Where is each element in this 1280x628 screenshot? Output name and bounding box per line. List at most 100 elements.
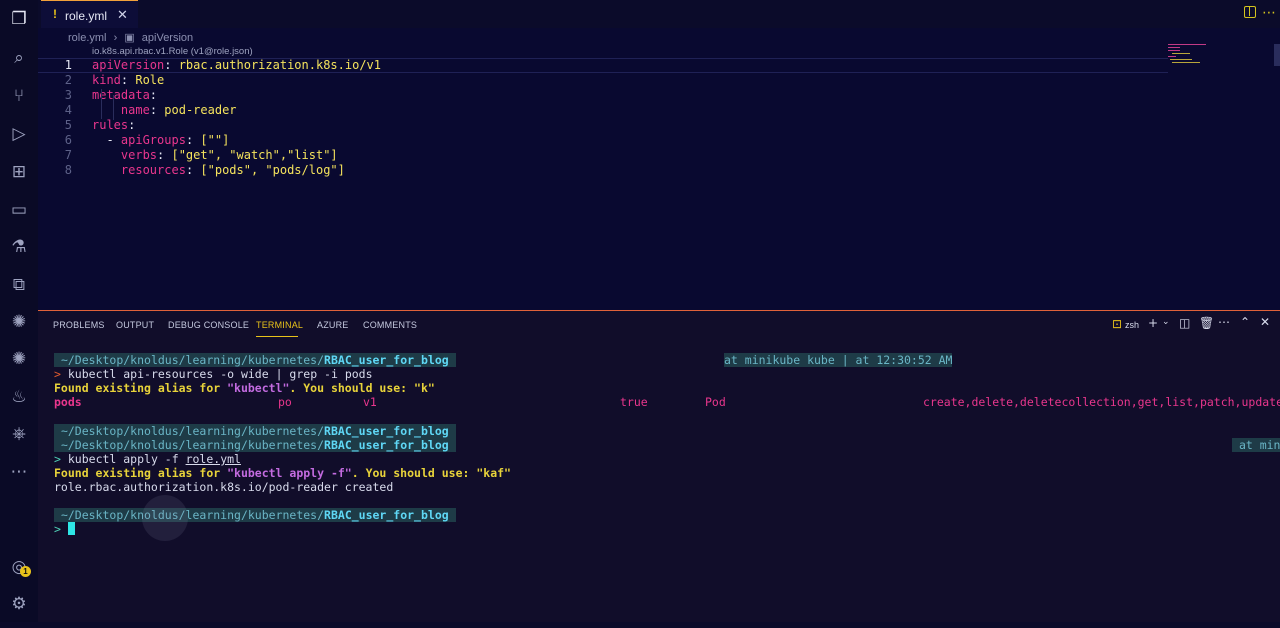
- yaml-key: kind: [92, 73, 121, 87]
- indent-guide: [101, 89, 102, 119]
- breadcrumb-file[interactable]: role.yml: [68, 32, 107, 44]
- prompt-context: at mini: [1232, 438, 1280, 452]
- indent-guide: [113, 95, 114, 120]
- tab-problems[interactable]: PROBLEMS: [53, 320, 105, 330]
- yaml-key: apiVersion: [92, 58, 165, 72]
- explorer-icon[interactable]: ❐: [8, 8, 30, 30]
- prompt-path: ~/Desktop/knoldus/learning/kubernetes/RB…: [54, 508, 456, 522]
- prompt-symbol: >: [54, 452, 61, 466]
- terminal-shell-name[interactable]: zsh: [1125, 320, 1139, 330]
- tab-bar: ! role.yml ✕ ⋯: [38, 0, 1280, 28]
- code-line[interactable]: 2 kind: Role: [38, 73, 1168, 88]
- schema-hint: io.k8s.api.rbac.v1.Role (v1@role.json): [92, 46, 253, 57]
- code-line[interactable]: 6 - apiGroups: [""]: [38, 133, 1168, 148]
- extensions-icon[interactable]: ⊞: [8, 161, 30, 183]
- yaml-key: apiGroups: [120, 133, 186, 147]
- active-tab-indicator: [256, 336, 298, 337]
- terminal-shell-icon: ⊡: [1112, 317, 1123, 331]
- breadcrumb: role.yml › ▣ apiVersion: [68, 31, 197, 44]
- prompt-path: ~/Desktop/knoldus/learning/kubernetes/RB…: [54, 438, 456, 452]
- code-line[interactable]: 3 metadata:: [38, 88, 1168, 103]
- more-icon[interactable]: ⋯: [8, 461, 30, 483]
- code-line[interactable]: 8 resources: ["pods", "pods/log"]: [38, 163, 1168, 178]
- editor-scrollbar[interactable]: [1274, 44, 1280, 66]
- genie-icon[interactable]: ♨: [8, 386, 30, 408]
- output-row-kind: Pod: [705, 395, 726, 409]
- settings-gear-icon[interactable]: ⚙: [8, 593, 30, 615]
- output-row-namespaced: true: [620, 395, 648, 409]
- yaml-value: rbac.authorization.k8s.io/v1: [178, 58, 381, 72]
- split-editor-icon[interactable]: [1244, 6, 1256, 18]
- yaml-key: verbs: [120, 148, 158, 162]
- close-panel-icon[interactable]: ✕: [1260, 315, 1270, 329]
- output-row-name: pods: [54, 395, 82, 409]
- yaml-key: rules: [92, 118, 129, 132]
- yaml-value: pod-reader: [164, 103, 237, 117]
- source-control-icon[interactable]: ⑂: [8, 85, 30, 107]
- trash-icon[interactable]: 🗑: [1199, 316, 1214, 330]
- notification-badge: 1: [20, 566, 31, 577]
- prompt-path: ~/Desktop/knoldus/learning/kubernetes/RB…: [54, 353, 456, 367]
- click-highlight: [142, 495, 188, 541]
- maximize-panel-icon[interactable]: ⌃: [1240, 315, 1250, 329]
- warning-icon: !: [53, 7, 57, 21]
- tab-role-yml[interactable]: ! role.yml ✕: [41, 0, 138, 28]
- kubernetes-icon[interactable]: ⧉: [8, 274, 30, 296]
- breadcrumb-separator: ›: [113, 32, 118, 44]
- code-line[interactable]: 1 apiVersion: rbac.authorization.k8s.io/…: [38, 58, 1168, 73]
- yaml-key: name: [120, 103, 150, 117]
- code-line[interactable]: 4 name: pod-reader: [38, 103, 1168, 118]
- helm-icon[interactable]: ⎈: [8, 423, 30, 445]
- tab-terminal[interactable]: TERMINAL: [256, 320, 303, 330]
- prompt-path: ~/Desktop/knoldus/learning/kubernetes/RB…: [54, 424, 456, 438]
- prompt-symbol: >: [54, 367, 61, 381]
- code-line[interactable]: 5 rules:: [38, 118, 1168, 133]
- command-output: role.rbac.authorization.k8s.io/pod-reade…: [54, 480, 394, 494]
- minimap[interactable]: [1168, 44, 1213, 64]
- code-editor[interactable]: 1 apiVersion: rbac.authorization.k8s.io/…: [38, 58, 1168, 178]
- command-text: kubectl api-resources -o wide | grep -i …: [67, 367, 373, 381]
- tab-debug-console[interactable]: DEBUG CONSOLE: [168, 320, 249, 330]
- code-line[interactable]: 7 verbs: ["get", "watch","list"]: [38, 148, 1168, 163]
- close-icon[interactable]: ✕: [117, 7, 128, 23]
- editor-area: ! role.yml ✕ ⋯ role.yml › ▣ apiVersion i…: [38, 0, 1280, 310]
- testing-icon[interactable]: ⚗: [8, 236, 30, 258]
- prompt-symbol: >: [54, 522, 61, 536]
- prompt-context: at minikube kube | at 12:30:52 AM: [724, 353, 953, 367]
- output-row-short: po: [278, 395, 292, 409]
- line-number: 8: [64, 163, 72, 177]
- yaml-value: ["pods", "pods/log"]: [200, 163, 345, 177]
- openai-icon[interactable]: ✺: [8, 311, 30, 333]
- line-number: 7: [64, 148, 72, 162]
- output-row-version: v1: [363, 395, 377, 409]
- remote-explorer-icon[interactable]: ▭: [8, 199, 30, 221]
- tab-comments[interactable]: COMMENTS: [363, 320, 417, 330]
- yaml-key: resources: [120, 163, 186, 177]
- chatgpt-icon[interactable]: ✺: [8, 348, 30, 370]
- search-icon[interactable]: ⌕: [8, 47, 30, 69]
- tab-azure[interactable]: AZURE: [317, 320, 349, 330]
- tab-output[interactable]: OUTPUT: [116, 320, 154, 330]
- yaml-value: Role: [135, 73, 165, 87]
- terminal-cursor: [67, 522, 75, 535]
- alias-hint: Found existing alias for "kubectl". You …: [54, 381, 435, 395]
- line-number: 1: [64, 58, 72, 72]
- yaml-value: ["get", "watch","list"]: [171, 148, 338, 162]
- split-terminal-icon[interactable]: ◫: [1179, 316, 1190, 330]
- chevron-down-icon[interactable]: ⌄: [1162, 317, 1170, 327]
- symbol-icon: ▣: [124, 32, 135, 44]
- new-terminal-icon[interactable]: +: [1148, 316, 1158, 330]
- more-actions-icon[interactable]: ⋯: [1218, 315, 1230, 329]
- more-actions-icon[interactable]: ⋯: [1262, 5, 1276, 21]
- alias-hint: Found existing alias for "kubectl apply …: [54, 466, 511, 480]
- file-link[interactable]: role.yml: [186, 452, 241, 466]
- tab-label: role.yml: [65, 9, 108, 23]
- output-row-verbs: create,delete,deletecollection,get,list,…: [923, 395, 1280, 409]
- run-debug-icon[interactable]: ▷: [8, 123, 30, 145]
- bottom-panel: PROBLEMS OUTPUT DEBUG CONSOLE TERMINAL A…: [38, 310, 1280, 628]
- line-number: 3: [64, 88, 72, 102]
- line-number: 2: [64, 73, 72, 87]
- breadcrumb-symbol[interactable]: apiVersion: [142, 32, 193, 44]
- command-text: kubectl apply -f role.yml: [67, 452, 241, 466]
- line-number: 4: [64, 103, 72, 117]
